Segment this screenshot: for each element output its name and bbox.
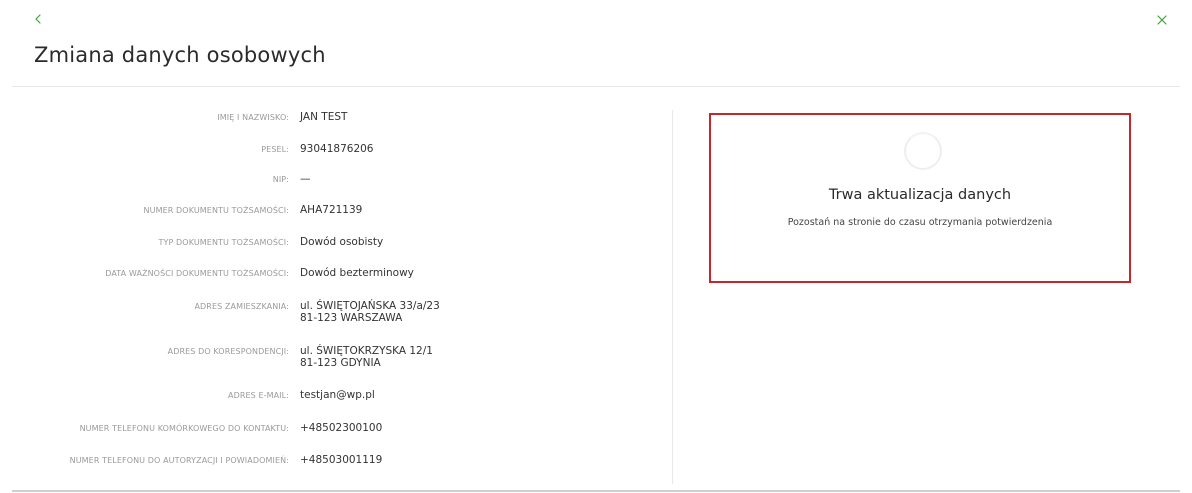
personal-details-list: IMIĘ I NAZWISKO: JAN TEST PESEL: 9304187… (0, 0, 672, 493)
id-expiry-label: DATA WAŻNOŚCI DOKUMENTU TOŻSAMOŚCI: (105, 269, 289, 278)
auth-phone-label: NUMER TELEFONU DO AUTORYZACJI I POWIADOM… (69, 456, 289, 465)
loading-spinner-icon (904, 132, 942, 170)
mobile-contact-value: +48502300100 (300, 422, 383, 434)
name-label: IMIĘ I NAZWISKO: (217, 113, 289, 122)
id-number-value: AHA721139 (300, 204, 363, 216)
footer-divider (12, 490, 1180, 492)
status-title: Trwa aktualizacja danych (828, 187, 1012, 203)
update-status-box: Trwa aktualizacja danych Pozostań na str… (709, 113, 1131, 283)
id-number-label: NUMER DOKUMENTU TOŻSAMOŚCI: (143, 206, 289, 215)
correspondence-value: ul. ŚWIĘTOKRZYSKA 12/1 81-123 GDYNIA (300, 345, 433, 369)
address-line-1: ul. ŚWIĘTOJAŃSKA 33/a/23 (300, 300, 440, 312)
status-subtitle: Pozostań na stronie do czasu otrzymania … (787, 217, 1053, 228)
close-button[interactable] (1155, 13, 1169, 27)
id-expiry-value: Dowód bezterminowy (300, 267, 414, 279)
mobile-contact-label: NUMER TELEFONU KOMÓRKOWEGO DO KONTAKTU: (79, 424, 289, 433)
id-type-value: Dowód osobisty (300, 236, 384, 248)
nip-value: — (300, 173, 311, 185)
address-label: ADRES ZAMIESZKANIA: (194, 302, 289, 311)
email-label: ADRES E-MAIL: (228, 391, 289, 400)
address-value: ul. ŚWIĘTOJAŃSKA 33/a/23 81-123 WARSZAWA (300, 300, 440, 324)
pesel-value: 93041876206 (300, 143, 374, 155)
pesel-label: PESEL: (261, 145, 289, 154)
auth-phone-value: +48503001119 (300, 454, 383, 466)
id-type-label: TYP DOKUMENTU TOŻSAMOŚCI: (158, 238, 289, 247)
correspondence-line-2: 81-123 GDYNIA (300, 357, 381, 369)
close-icon (1157, 15, 1167, 25)
column-divider (672, 110, 673, 484)
name-value: JAN TEST (300, 111, 348, 123)
correspondence-label: ADRES DO KORESPONDENCJI: (167, 347, 289, 356)
email-value: testjan@wp.pl (300, 389, 375, 401)
page: Zmiana danych osobowych IMIĘ I NAZWISKO:… (0, 0, 1192, 493)
correspondence-line-1: ul. ŚWIĘTOKRZYSKA 12/1 (300, 345, 433, 357)
address-line-2: 81-123 WARSZAWA (300, 312, 403, 324)
nip-label: NIP: (272, 175, 289, 184)
